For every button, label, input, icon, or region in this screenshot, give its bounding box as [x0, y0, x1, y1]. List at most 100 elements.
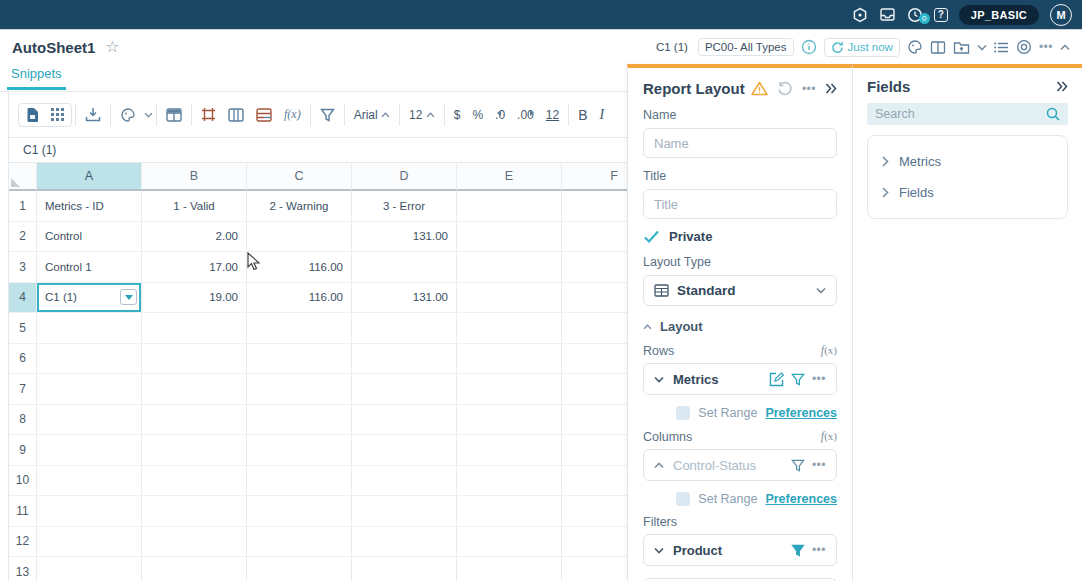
- row-header-5[interactable]: 5: [9, 313, 37, 344]
- bold-button[interactable]: B: [572, 107, 593, 123]
- cell-D13[interactable]: [352, 557, 457, 581]
- cell-A3[interactable]: Control 1: [37, 252, 142, 283]
- column-header-B[interactable]: B: [142, 163, 247, 191]
- cell-B13[interactable]: [142, 557, 247, 581]
- cell-D9[interactable]: [352, 435, 457, 466]
- cell-C2[interactable]: [247, 222, 352, 253]
- cell-D3[interactable]: [352, 252, 457, 283]
- table-icon[interactable]: [160, 108, 188, 122]
- cell-B5[interactable]: [142, 313, 247, 344]
- row-header-4[interactable]: 4: [9, 283, 37, 314]
- cell-E2[interactable]: [457, 222, 562, 253]
- column-header-F[interactable]: F: [562, 163, 627, 191]
- row-header-9[interactable]: 9: [9, 435, 37, 466]
- row-header-8[interactable]: 8: [9, 405, 37, 436]
- cell-A8[interactable]: [37, 405, 142, 436]
- title-input[interactable]: Title: [643, 189, 837, 219]
- cell-C11[interactable]: [247, 496, 352, 527]
- cell-B4[interactable]: 19.00: [142, 283, 247, 314]
- account-button[interactable]: JP_BASIC: [959, 5, 1039, 25]
- panel-more-icon[interactable]: •••: [802, 82, 816, 96]
- layout-columns-icon[interactable]: [930, 40, 946, 55]
- edit-icon[interactable]: [769, 372, 784, 387]
- export-folder-icon[interactable]: [953, 40, 970, 55]
- cell-D7[interactable]: [352, 374, 457, 405]
- currency-format-button[interactable]: $: [448, 108, 467, 122]
- cell-F6[interactable]: [562, 344, 627, 375]
- cell-A4[interactable]: C1 (1): [37, 283, 142, 314]
- rows-field-metrics[interactable]: Metrics •••: [643, 363, 837, 395]
- digits-format-button[interactable]: 12: [540, 108, 565, 122]
- download-icon[interactable]: [79, 107, 107, 122]
- columns-preferences-link[interactable]: Preferences: [765, 492, 837, 506]
- cell-A6[interactable]: [37, 344, 142, 375]
- row-header-10[interactable]: 10: [9, 466, 37, 497]
- row-header-6[interactable]: 6: [9, 344, 37, 375]
- name-box[interactable]: C1 (1): [9, 138, 627, 163]
- cell-A7[interactable]: [37, 374, 142, 405]
- filters-more-icon[interactable]: •••: [812, 543, 826, 557]
- cell-D11[interactable]: [352, 496, 457, 527]
- cell-E11[interactable]: [457, 496, 562, 527]
- cell-D1[interactable]: 3 - Error: [352, 191, 457, 222]
- rows-formula-icon[interactable]: f(x): [821, 343, 837, 358]
- cell-E4[interactable]: [457, 283, 562, 314]
- history-clock-icon[interactable]: 0: [907, 7, 923, 23]
- chevron-down-icon[interactable]: [977, 44, 987, 51]
- cell-C1[interactable]: 2 - Warning: [247, 191, 352, 222]
- palette-icon[interactable]: [907, 39, 923, 55]
- undo-history-icon[interactable]: [777, 81, 793, 96]
- cell-B6[interactable]: [142, 344, 247, 375]
- inbox-tray-icon[interactable]: [879, 7, 896, 22]
- refresh-status[interactable]: Just now: [824, 38, 900, 57]
- info-icon[interactable]: [801, 39, 817, 55]
- rows-filter-icon[interactable]: [791, 373, 805, 386]
- row-header-2[interactable]: 2: [9, 222, 37, 253]
- row-header-11[interactable]: 11: [9, 496, 37, 527]
- layout-type-select[interactable]: Standard: [643, 275, 837, 306]
- row-header-3[interactable]: 3: [9, 252, 37, 283]
- filters-filter-icon[interactable]: [791, 544, 805, 557]
- cell-B11[interactable]: [142, 496, 247, 527]
- list-icon[interactable]: [994, 41, 1009, 54]
- cell-F2[interactable]: [562, 222, 627, 253]
- cell-B8[interactable]: [142, 405, 247, 436]
- columns-set-range-checkbox[interactable]: [676, 492, 690, 506]
- cell-E9[interactable]: [457, 435, 562, 466]
- row-header-12[interactable]: 12: [9, 527, 37, 558]
- cell-B3[interactable]: 17.00: [142, 252, 247, 283]
- cell-E8[interactable]: [457, 405, 562, 436]
- grid-view-icon[interactable]: [50, 107, 65, 122]
- decrease-decimal-button[interactable]: .0: [489, 108, 511, 122]
- cell-A5[interactable]: [37, 313, 142, 344]
- cell-B2[interactable]: 2.00: [142, 222, 247, 253]
- cell-E5[interactable]: [457, 313, 562, 344]
- columns-filter-icon[interactable]: [791, 459, 805, 472]
- columns-formula-icon[interactable]: f(x): [821, 429, 837, 444]
- cell-C7[interactable]: [247, 374, 352, 405]
- font-family-select[interactable]: Arial: [348, 108, 396, 122]
- cell-F12[interactable]: [562, 527, 627, 558]
- layout-section-header[interactable]: Layout: [643, 319, 837, 334]
- cell-E6[interactable]: [457, 344, 562, 375]
- rows-more-icon[interactable]: •••: [812, 372, 826, 386]
- columns-more-icon[interactable]: •••: [812, 458, 826, 472]
- rows-set-range-checkbox[interactable]: [676, 406, 690, 420]
- cell-F10[interactable]: [562, 466, 627, 497]
- cell-F11[interactable]: [562, 496, 627, 527]
- column-header-D[interactable]: D: [352, 163, 457, 191]
- cell-E7[interactable]: [457, 374, 562, 405]
- cell-B9[interactable]: [142, 435, 247, 466]
- italic-button[interactable]: I: [594, 107, 611, 123]
- font-size-select[interactable]: 12: [403, 108, 441, 122]
- sheet-view-icon[interactable]: [25, 107, 40, 123]
- dataset-selector[interactable]: PC00- All Types: [698, 38, 794, 56]
- cell-A1[interactable]: Metrics - ID: [37, 191, 142, 222]
- cell-C10[interactable]: [247, 466, 352, 497]
- row-header-1[interactable]: 1: [9, 191, 37, 222]
- cell-F4[interactable]: [562, 283, 627, 314]
- cell-C4[interactable]: 116.00: [247, 283, 352, 314]
- tree-item-fields[interactable]: Fields: [878, 177, 1057, 208]
- cell-F7[interactable]: [562, 374, 627, 405]
- cell-C3[interactable]: 116.00: [247, 252, 352, 283]
